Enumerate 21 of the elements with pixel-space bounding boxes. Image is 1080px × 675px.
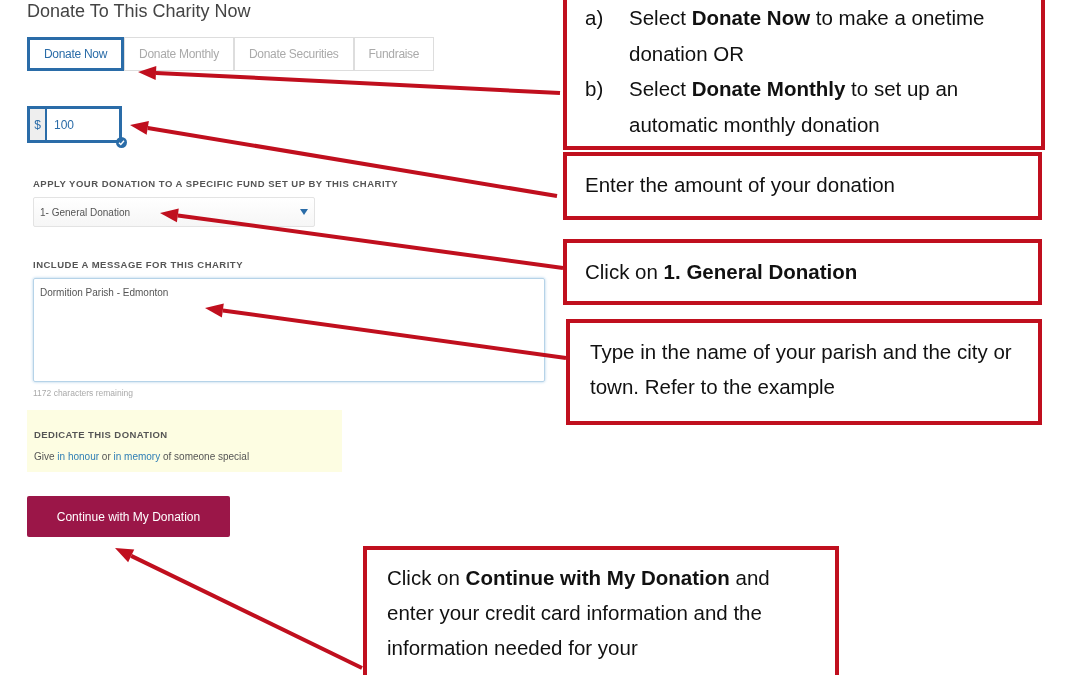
caret-icon	[300, 209, 308, 215]
continue-button[interactable]: Continue with My Donation	[27, 496, 230, 537]
currency-prefix: $	[27, 106, 47, 143]
dedication-link[interactable]: in honour	[57, 451, 100, 462]
callout-text: Click on 1. General Donation	[585, 259, 859, 285]
field-label: INCLUDE A MESSAGE FOR THIS CHARITY	[33, 259, 243, 270]
message-field[interactable]: Dormition Parish - Edmonton	[33, 278, 545, 382]
list-marker: b)	[585, 76, 605, 102]
character-counter: 1172 characters remaining	[33, 388, 133, 398]
field-label: APPLY YOUR DONATION TO A SPECIFIC FUND SET UP BY THIS CHARITY	[33, 178, 399, 189]
fund-dropdown[interactable]: 1- General Donation	[33, 197, 315, 227]
list-marker: a)	[585, 5, 605, 31]
callout-text: Enter the amount of your donation	[585, 172, 896, 198]
dedication-text: Give in honour or in memory of someone special	[34, 451, 251, 462]
dedication-heading: DEDICATE THIS DONATION	[34, 429, 168, 440]
callout-text: Type in the name of your parish and the city or town. Refer to the example	[590, 339, 1013, 400]
callout-text: Select Donate Monthly to set up an automatic monthly donation	[629, 76, 960, 138]
callout-text: Click on Continue with My Donation and enter your credit card information and the information needed for your	[387, 565, 771, 661]
dedication-link[interactable]: in memory	[113, 451, 161, 462]
page-title: Donate To This Charity Now	[27, 0, 251, 22]
tab[interactable]: Donate Now	[27, 37, 125, 71]
